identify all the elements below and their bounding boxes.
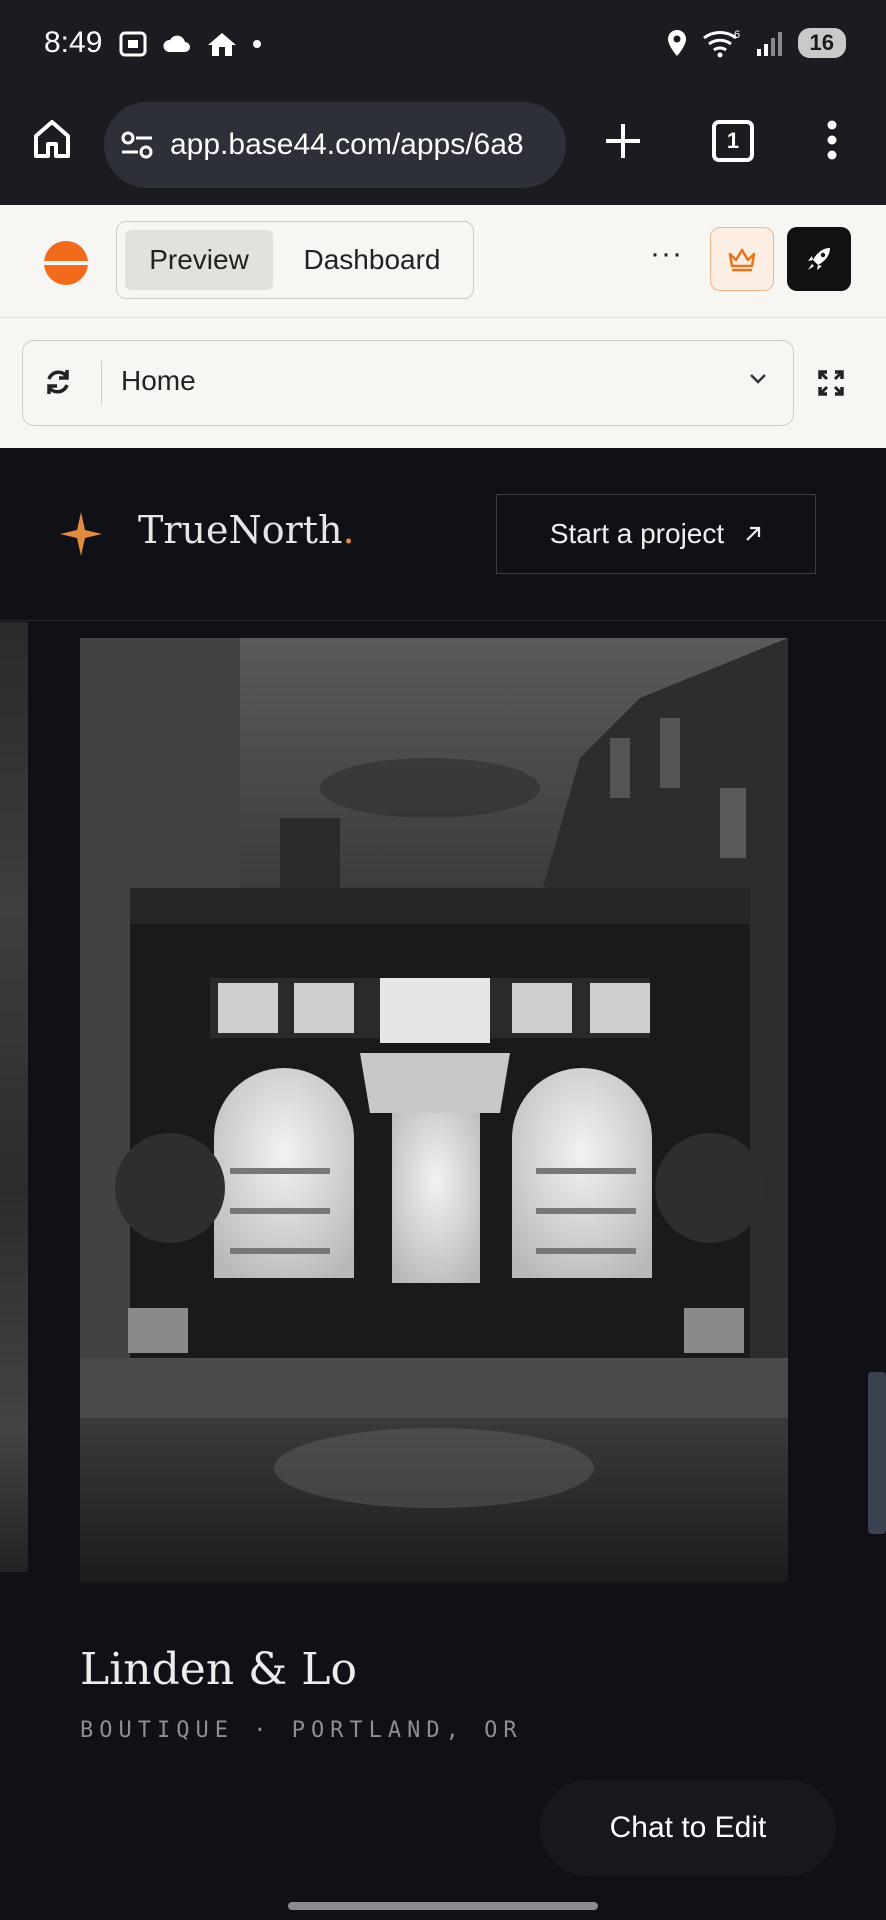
screenshot-icon bbox=[119, 31, 147, 57]
page-nav-row: Home bbox=[0, 318, 886, 448]
status-time: 8:49 bbox=[44, 26, 103, 59]
gesture-home-bar[interactable] bbox=[288, 1902, 598, 1910]
rocket-icon bbox=[808, 248, 830, 270]
home-status-icon bbox=[208, 33, 236, 56]
tab-preview[interactable]: Preview bbox=[125, 230, 273, 290]
home-icon[interactable] bbox=[32, 118, 72, 160]
current-page-label: Home bbox=[121, 365, 196, 396]
view-mode-switch: Preview Dashboard bbox=[116, 221, 474, 299]
site-preview: TrueNorth. Start a project Linden & Lo B… bbox=[0, 448, 886, 1920]
chat-to-edit-button[interactable]: Chat to Edit bbox=[540, 1780, 836, 1876]
project-title: Linden & Lo bbox=[80, 1644, 358, 1695]
base44-logo-icon[interactable] bbox=[44, 241, 88, 285]
start-project-button[interactable]: Start a project bbox=[496, 494, 816, 574]
cloud-icon bbox=[163, 35, 190, 52]
page-selector[interactable]: Home bbox=[22, 340, 794, 426]
tab-switcher-button[interactable]: 1 bbox=[712, 120, 754, 162]
battery-indicator: 16 bbox=[797, 28, 846, 58]
browser-toolbar: app.base44.com/apps/6a8 1 bbox=[0, 90, 886, 205]
crown-icon bbox=[728, 248, 756, 272]
more-options-button[interactable]: ··· bbox=[650, 237, 683, 271]
new-tab-icon[interactable] bbox=[604, 122, 642, 160]
storefront-illustration bbox=[80, 638, 788, 1582]
chat-label: Chat to Edit bbox=[609, 1811, 767, 1844]
tab-count: 1 bbox=[726, 128, 740, 153]
svg-text:6: 6 bbox=[734, 29, 740, 41]
tab-dashboard[interactable]: Dashboard bbox=[281, 230, 463, 290]
chevron-down-icon bbox=[750, 374, 766, 384]
site-settings-icon[interactable] bbox=[120, 130, 154, 160]
wifi-icon: 6 bbox=[702, 29, 740, 58]
upgrade-button[interactable] bbox=[710, 227, 774, 291]
previous-slide-peek[interactable] bbox=[0, 622, 28, 1572]
app-toolbar: Preview Dashboard ··· bbox=[0, 205, 886, 318]
address-bar[interactable]: app.base44.com/apps/6a8 bbox=[104, 102, 566, 188]
project-meta: BOUTIQUE · PORTLAND, OR bbox=[80, 1718, 523, 1743]
status-bar: 8:49 6 16 bbox=[0, 0, 886, 90]
refresh-icon[interactable] bbox=[43, 367, 73, 397]
fullscreen-icon[interactable] bbox=[818, 370, 844, 396]
status-system-icons: 6 16 bbox=[666, 28, 846, 58]
url-text: app.base44.com/apps/6a8 bbox=[170, 128, 524, 161]
signal-icon bbox=[756, 32, 782, 56]
dot-indicator-icon bbox=[253, 40, 261, 48]
publish-button[interactable] bbox=[787, 227, 851, 291]
location-icon bbox=[667, 30, 686, 56]
site-header: TrueNorth. Start a project bbox=[0, 448, 886, 621]
selector-divider bbox=[101, 361, 102, 405]
browser-menu-icon[interactable] bbox=[826, 120, 838, 160]
status-notification-icons bbox=[118, 30, 262, 58]
brand-name[interactable]: TrueNorth. bbox=[138, 508, 355, 552]
scrollbar-thumb[interactable] bbox=[868, 1372, 886, 1534]
project-image[interactable] bbox=[80, 638, 788, 1582]
arrow-up-right-icon bbox=[746, 526, 761, 541]
north-star-logo-icon bbox=[60, 512, 102, 556]
cta-label: Start a project bbox=[549, 518, 725, 549]
